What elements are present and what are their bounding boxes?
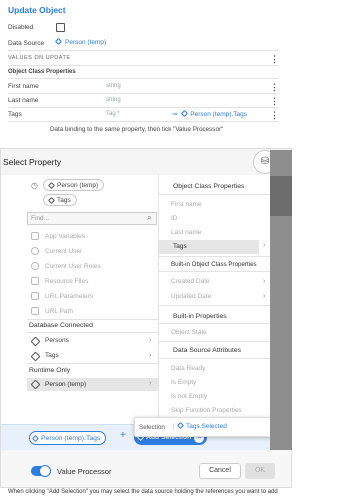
- arrow-icon: ⇒: [172, 111, 178, 118]
- section-builtin-object-class: Built-in Object Class Properties: [171, 261, 257, 268]
- prop-created-date[interactable]: Created Date: [171, 278, 210, 285]
- chevron-right-icon: ›: [149, 337, 152, 344]
- prop-first-name[interactable]: First name: [171, 201, 202, 208]
- disabled-checkbox[interactable]: [56, 23, 65, 32]
- page-title: Update Object: [8, 5, 66, 15]
- last-name-label: Last name: [8, 97, 39, 104]
- cancel-button[interactable]: Cancel: [199, 463, 241, 479]
- chevron-right-icon: ›: [149, 380, 152, 387]
- left-item-resource-files[interactable]: Resource Files: [45, 278, 88, 285]
- datasource-label: Data Source: [8, 40, 45, 47]
- cube-icon: [47, 196, 56, 204]
- chevron-right-icon: ›: [149, 352, 152, 359]
- left-item-current-user[interactable]: Current User: [45, 248, 82, 255]
- path-icon: [31, 307, 39, 315]
- selection-value[interactable]: Tags.Selected: [173, 421, 227, 430]
- caption-2: When clicking "Add Selection" you may se…: [8, 489, 278, 495]
- tags-binding-value[interactable]: ⇒ Person (temp).Tags: [172, 109, 247, 118]
- cube-icon: [47, 181, 56, 189]
- prop-object-state[interactable]: Object State: [171, 329, 207, 336]
- chevron-right-icon: ›: [263, 293, 266, 300]
- left-item-url-path[interactable]: URL Path: [45, 308, 73, 315]
- values-menu-icon[interactable]: ⋮: [270, 54, 279, 64]
- search-icon[interactable]: ⌕: [147, 213, 151, 223]
- params-icon: [31, 292, 39, 300]
- tags-menu-icon[interactable]: ⋮: [270, 110, 279, 120]
- left-item-current-user-roles[interactable]: Current User Roles: [45, 263, 101, 270]
- last-name-type: string: [106, 97, 121, 103]
- select-property-dialog: Select Property ⛁ ◷ Person (temp) Tags F…: [0, 148, 292, 488]
- tags-label: Tags: [8, 111, 22, 118]
- class-props-header: Object Class Properties: [8, 69, 76, 75]
- crumb-person-temp[interactable]: Person (temp): [43, 179, 105, 191]
- value-processor-label: Value Processor: [57, 467, 112, 476]
- prop-last-name[interactable]: Last name: [171, 229, 201, 236]
- section-object-class-props: Object Class Properties: [173, 183, 245, 190]
- section-builtin-props: Built-in Properties: [173, 313, 227, 320]
- cube-icon: [176, 421, 185, 430]
- section-datasource-attrs: Data Source Attributes: [173, 347, 242, 354]
- db-item-persons[interactable]: Persons: [45, 337, 69, 344]
- app-icon: [31, 232, 39, 240]
- first-name-label: First name: [8, 83, 39, 90]
- chip-person-tags[interactable]: Person (temp).Tags: [29, 431, 107, 445]
- find-input[interactable]: Find...: [27, 212, 157, 225]
- roles-icon: [31, 262, 39, 270]
- cube-icon: [54, 37, 63, 46]
- last-name-menu-icon[interactable]: ⋮: [270, 96, 279, 106]
- ok-button[interactable]: OK: [245, 463, 275, 479]
- caption-1: Data binding to the same property, then …: [50, 126, 224, 133]
- disabled-label: Disabled: [8, 24, 34, 31]
- first-name-menu-icon[interactable]: ⋮: [270, 82, 279, 92]
- prop-skip-function[interactable]: Skip Function Properties: [171, 407, 242, 414]
- crumb-tags[interactable]: Tags: [43, 194, 77, 206]
- runtime-item-label: Person (temp): [45, 381, 87, 388]
- cube-icon: [181, 109, 189, 118]
- datasource-value[interactable]: Person (temp): [54, 37, 106, 46]
- history-icon[interactable]: ◷: [31, 181, 38, 190]
- background-panel-top: [270, 176, 292, 216]
- left-item-url-parameters[interactable]: URL Parameters: [45, 293, 93, 300]
- left-item-app-variables[interactable]: App Variables: [45, 233, 85, 240]
- selection-label: Selection: [139, 424, 165, 431]
- dialog-title: Select Property: [3, 157, 62, 167]
- prop-tags-label: Tags: [173, 243, 187, 250]
- prop-updated-date[interactable]: Updated Date: [171, 293, 211, 300]
- value-processor-toggle[interactable]: [31, 465, 51, 477]
- plus-icon[interactable]: +: [120, 430, 126, 441]
- cube-icon: [31, 434, 40, 442]
- prop-is-not-empty[interactable]: Is not Empty: [171, 393, 207, 400]
- prop-id[interactable]: ID: [171, 215, 178, 222]
- file-icon: [31, 277, 39, 285]
- db-connected-header: Database Connected: [29, 322, 93, 329]
- prop-is-empty[interactable]: Is Empty: [171, 379, 196, 386]
- prop-data-ready[interactable]: Data Ready: [171, 365, 205, 372]
- chevron-right-icon: ›: [263, 278, 266, 285]
- db-item-tags[interactable]: Tags: [45, 352, 59, 359]
- values-header: VALUES ON UPDATE: [8, 55, 71, 61]
- chevron-right-icon: ›: [263, 242, 266, 249]
- first-name-type: string: [106, 83, 121, 89]
- user-icon: [31, 247, 39, 255]
- tags-type: Tag *: [106, 111, 120, 117]
- runtime-header: Runtime Only: [29, 367, 71, 374]
